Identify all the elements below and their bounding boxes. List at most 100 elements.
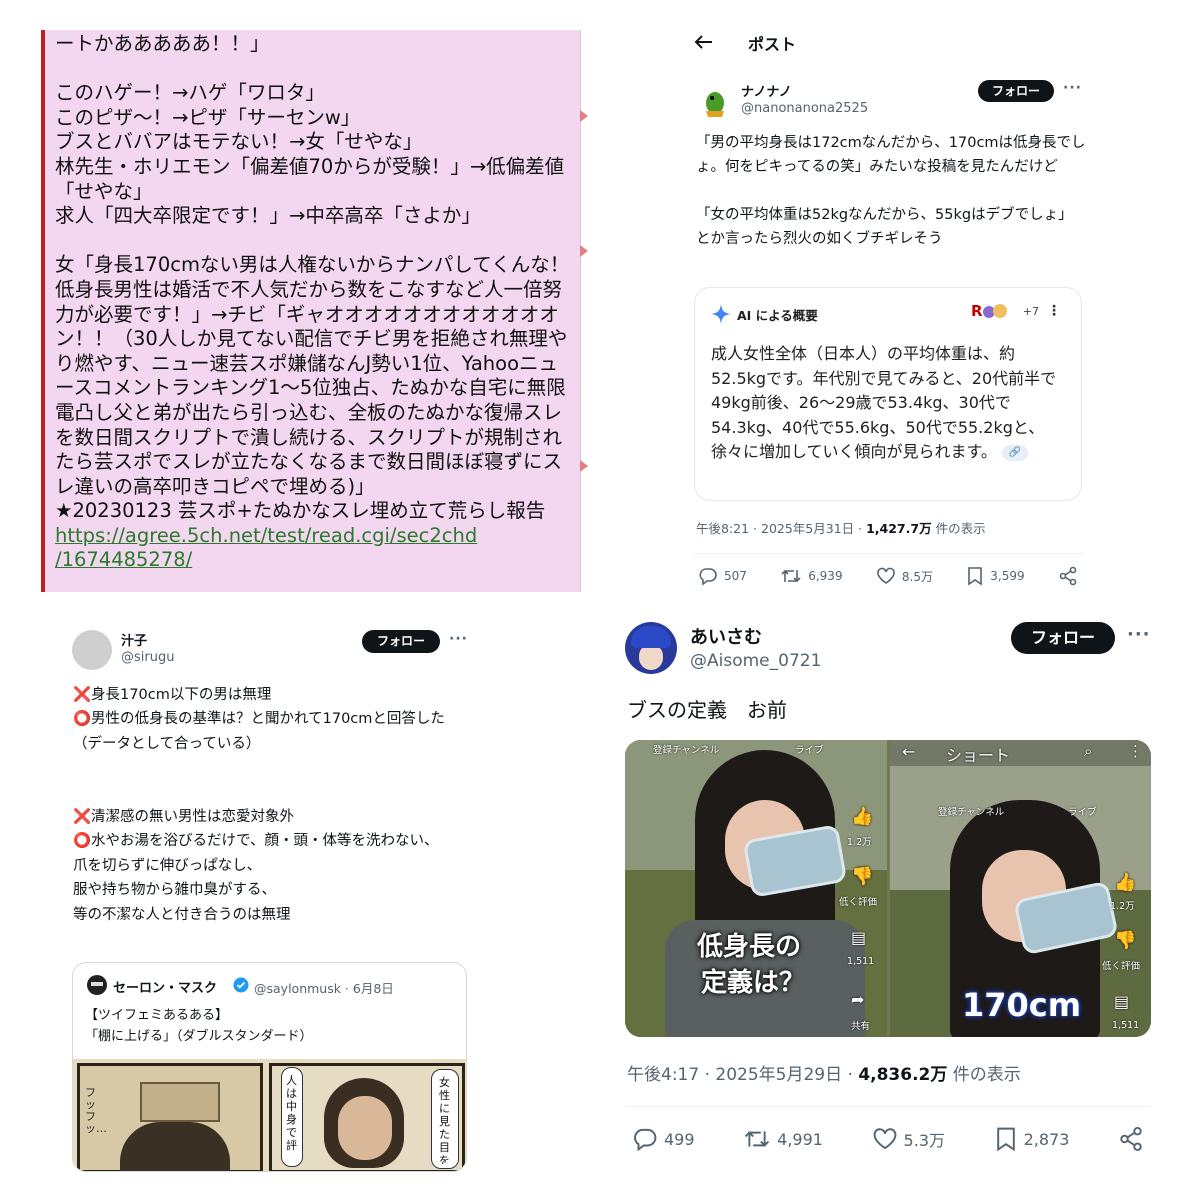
share-icon	[1120, 1126, 1142, 1152]
like-count: 1.2万	[1110, 901, 1135, 912]
more-options-icon[interactable]: ···	[449, 631, 468, 647]
user-name[interactable]: ナノナノ	[741, 81, 792, 100]
dislike-label: 低く評価	[1102, 961, 1141, 972]
pink-text-post: ートかあああああ！！」 このハゲー！→ハゲ「ワロタ」 このピザ〜！→ピザ「サーセ…	[41, 30, 594, 592]
video-right[interactable]: ← ショート ⌕ ⋮ 登録チャンネル ライブ 👍 1.2万 👎 低く評価 ▤ 1…	[890, 740, 1151, 1037]
torn-mark	[580, 110, 588, 122]
thread-link[interactable]: https://agree.5ch.net/test/read.cgi/sec2…	[55, 524, 477, 572]
follow-button[interactable]: フォロー	[1011, 622, 1115, 654]
link-line-1[interactable]: https://agree.5ch.net/test/read.cgi/sec2…	[55, 524, 477, 547]
tab-live[interactable]: ライブ	[795, 742, 824, 756]
bookmark-icon	[968, 567, 983, 586]
views-count: 4,836.2万	[858, 1065, 948, 1085]
bookmark-button[interactable]: 2,873	[994, 1126, 1070, 1152]
repost-button[interactable]: 6,939	[780, 566, 843, 586]
heart-icon	[873, 1128, 896, 1150]
user-handle[interactable]: @nanonanona2525	[741, 101, 868, 116]
user-handle[interactable]: @Aisome_0721	[690, 651, 821, 671]
manga-panel-left	[77, 1063, 263, 1171]
reply-button[interactable]: 499	[632, 1126, 695, 1152]
avatar[interactable]	[625, 622, 677, 674]
video-left[interactable]: 登録チャンネル ライブ 低身長の 定義は？ 👍 1.2万 👎 低く評価 ▤ 1,…	[625, 740, 887, 1037]
like-button[interactable]: 8.5万	[876, 566, 933, 586]
video-caption-2: 定義は？	[701, 968, 806, 998]
share-button[interactable]	[1118, 1126, 1144, 1152]
action-bar: 499 4,991 5.3万 2,873	[632, 1126, 1144, 1152]
user-name[interactable]: 汁子	[121, 630, 147, 649]
comment-icon[interactable]: ▤	[1114, 992, 1129, 1011]
manga-text-2: 女性に見た目をルッキズ	[439, 1076, 450, 1164]
tab-subscriptions[interactable]: 登録チャンネル	[653, 742, 719, 756]
ai-overview-title: AI による概要	[737, 308, 818, 323]
shorts-header-bar	[890, 740, 1151, 766]
line-3: このピザ〜！→ピザ「サーセンw」	[55, 105, 361, 129]
bookmark-button[interactable]: 3,599	[966, 566, 1025, 586]
comment-icon[interactable]: ▤	[851, 928, 866, 947]
top-line: ートかあああああ！！」	[55, 32, 270, 55]
reply-button[interactable]: 507	[698, 566, 747, 586]
torn-mark	[580, 245, 588, 257]
bookmark-count: 3,599	[990, 569, 1025, 583]
avatar[interactable]	[698, 83, 734, 119]
quoted-post[interactable]: セーロン・マスク @saylonmusk · 6月8日 【ツイフェミあるある】 …	[72, 962, 467, 1172]
views-label: 件の表示	[947, 1065, 1021, 1085]
tab-subscriptions[interactable]: 登録チャンネル	[938, 804, 1004, 818]
like-button[interactable]: 5.3万	[872, 1126, 945, 1152]
manga-image[interactable]: フッフッ… 人は中身で評 女性に見た目をルッキズ	[73, 1059, 466, 1171]
share-icon	[1059, 566, 1077, 586]
user-handle[interactable]: @sirugu	[121, 650, 174, 665]
follow-button[interactable]: フォロー	[978, 80, 1054, 102]
ai-menu-icon[interactable]: ⋮	[1047, 303, 1061, 319]
reply-count: 507	[724, 569, 747, 583]
arrow-left-icon[interactable]	[695, 35, 713, 49]
like-count: 1.2万	[847, 837, 872, 848]
sparkle-icon	[711, 304, 731, 324]
dislike-icon[interactable]: 👎	[1114, 930, 1136, 951]
bookmark-count: 2,873	[1023, 1129, 1070, 1149]
divider	[625, 1106, 1151, 1107]
manga-speech-2: 女性に見た目をルッキズ	[431, 1069, 459, 1169]
line-9: ★20230123 芸スポ+たぬかなスレ埋め立て荒らし報告	[55, 499, 546, 523]
dislike-icon[interactable]: 👎	[851, 866, 873, 887]
follow-button[interactable]: フォロー	[362, 630, 440, 653]
like-icon[interactable]: 👍	[1114, 872, 1136, 893]
time-text: 午後8:21 · 2025年5月31日 ·	[696, 521, 867, 536]
more-options-icon[interactable]: ···	[1127, 624, 1151, 645]
reply-icon	[699, 568, 717, 586]
ai-overview-text: 成人女性全体（日本人）の平均体重は、約52.5kgです。年代別で見てみると、20…	[711, 342, 1063, 465]
like-icon[interactable]: 👍	[851, 806, 873, 827]
views-label: 件の表示	[931, 521, 986, 536]
link-icon[interactable]: 🔗	[1002, 444, 1029, 461]
repost-count: 4,991	[777, 1129, 823, 1149]
more-vert-icon[interactable]: ⋮	[1128, 742, 1143, 760]
post-timestamp: 午後8:21 · 2025年5月31日 · 1,427.7万 件の表示	[696, 518, 986, 537]
share-label: 共有	[851, 1021, 871, 1032]
repost-button[interactable]: 4,991	[743, 1126, 823, 1152]
manga-text-1: 人は中身で評	[286, 1074, 297, 1152]
video-caption: 170cm	[962, 986, 1082, 1024]
divider	[694, 553, 1084, 554]
share-icon[interactable]: ➦	[851, 990, 864, 1009]
heart-icon	[877, 567, 895, 584]
video-media[interactable]: 登録チャンネル ライブ 低身長の 定義は？ 👍 1.2万 👎 低く評価 ▤ 1,…	[625, 740, 1151, 1037]
more-sources-count[interactable]: +7	[1023, 305, 1039, 318]
quote-text: 【ツイフェミあるある】 「棚に上げる」（ダブルスタンダード）	[85, 1008, 313, 1044]
link-line-2[interactable]: /1674485278/	[55, 548, 192, 571]
repost-icon	[781, 569, 801, 583]
source-logo-icon	[993, 304, 1007, 318]
post-text: ートかあああああ！！」 このハゲー！→ハゲ「ワロタ」 このピザ〜！→ピザ「サーセ…	[55, 32, 575, 573]
avatar[interactable]	[72, 630, 112, 670]
share-button[interactable]	[1058, 566, 1078, 586]
reply-icon	[634, 1128, 657, 1152]
quote-user-name: セーロン・マスク	[113, 981, 218, 996]
source-icons[interactable]: R	[971, 302, 1011, 322]
back-arrow-icon[interactable]: ←	[902, 742, 915, 761]
user-name[interactable]: あいさむ	[690, 623, 762, 649]
ai-overview-body: 成人女性全体（日本人）の平均体重は、約52.5kgです。年代別で見てみると、20…	[711, 344, 1057, 461]
repost-icon	[745, 1131, 770, 1147]
repost-count: 6,939	[808, 569, 843, 583]
post-body: ❌身長170cm以下の男は無理 ⭕男性の低身長の基準は？と聞かれて170cmと回…	[73, 687, 445, 923]
search-icon[interactable]: ⌕	[1084, 742, 1092, 760]
more-options-icon[interactable]: ···	[1063, 80, 1082, 96]
tab-live[interactable]: ライブ	[1068, 804, 1097, 818]
